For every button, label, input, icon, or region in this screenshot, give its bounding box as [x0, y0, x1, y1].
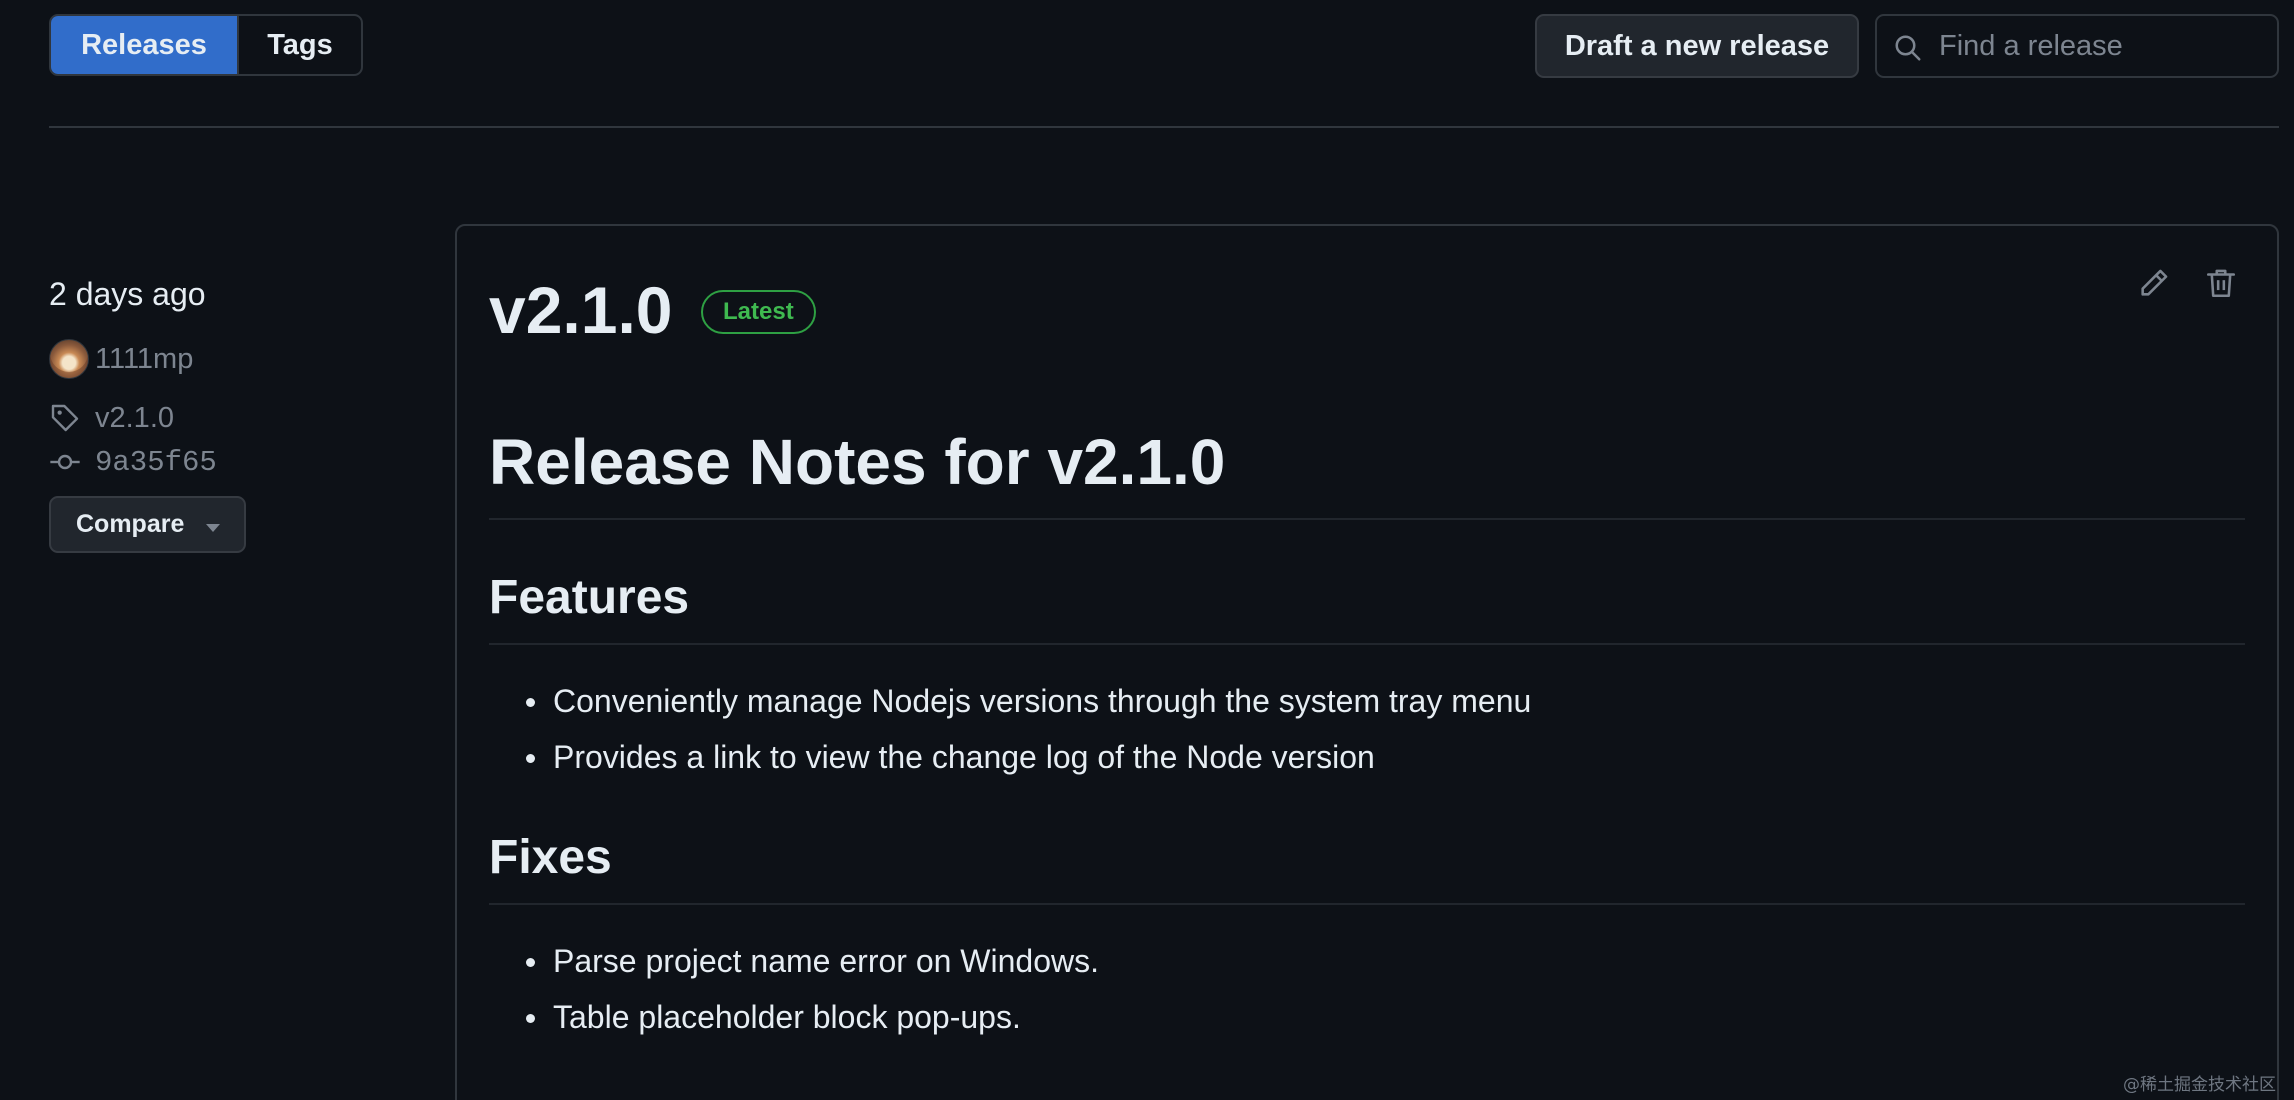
- watermark: @稀土掘金技术社区: [2123, 1075, 2276, 1095]
- release-search[interactable]: [1875, 14, 2279, 78]
- trash-icon[interactable]: [2204, 266, 2238, 300]
- tab-tags[interactable]: Tags: [237, 16, 361, 74]
- header-divider: [49, 126, 2279, 128]
- releases-tags-switch: Releases Tags: [49, 14, 363, 76]
- features-rule: [489, 643, 2245, 645]
- section-heading-features: Features: [489, 571, 690, 624]
- draft-new-release-button[interactable]: Draft a new release: [1535, 14, 1859, 78]
- published-time[interactable]: 2 days ago: [49, 276, 206, 313]
- list-item: Conveniently manage Nodejs versions thro…: [489, 673, 1531, 729]
- releases-page: Releases Tags Draft a new release 2 days…: [0, 0, 2294, 1100]
- release-title[interactable]: v2.1.0: [489, 270, 673, 350]
- author-name[interactable]: 1111mp: [95, 343, 193, 376]
- list-item: Provides a link to view the change log o…: [489, 729, 1531, 785]
- commit-icon: [50, 454, 80, 470]
- section-heading-fixes: Fixes: [489, 831, 612, 884]
- release-tag-link[interactable]: v2.1.0: [49, 398, 174, 438]
- author-link[interactable]: 1111mp: [49, 338, 193, 380]
- tab-releases[interactable]: Releases: [51, 16, 237, 74]
- compare-button[interactable]: Compare: [49, 496, 246, 553]
- compare-label: Compare: [76, 510, 185, 538]
- title-rule: [489, 518, 2245, 520]
- avatar[interactable]: [49, 339, 89, 379]
- fixes-rule: [489, 903, 2245, 905]
- fixes-list: Parse project name error on Windows. Tab…: [489, 933, 1099, 1045]
- latest-badge: Latest: [701, 290, 816, 334]
- list-item: Table placeholder block pop-ups.: [489, 989, 1099, 1045]
- commit-sha[interactable]: 9a35f65: [95, 446, 217, 479]
- release-notes-title: Release Notes for v2.1.0: [489, 426, 1226, 498]
- release-card: v2.1.0 Latest Release Notes for v2.1.0 F…: [455, 224, 2279, 1100]
- list-item: Parse project name error on Windows.: [489, 933, 1099, 989]
- search-input[interactable]: [1939, 16, 2269, 76]
- tag-icon: [51, 404, 79, 432]
- features-list: Conveniently manage Nodejs versions thro…: [489, 673, 1531, 785]
- pencil-icon[interactable]: [2137, 266, 2171, 300]
- search-icon: [1895, 35, 1921, 61]
- tag-name[interactable]: v2.1.0: [95, 402, 174, 435]
- commit-link[interactable]: 9a35f65: [49, 442, 217, 482]
- triangle-down-icon: [206, 524, 220, 532]
